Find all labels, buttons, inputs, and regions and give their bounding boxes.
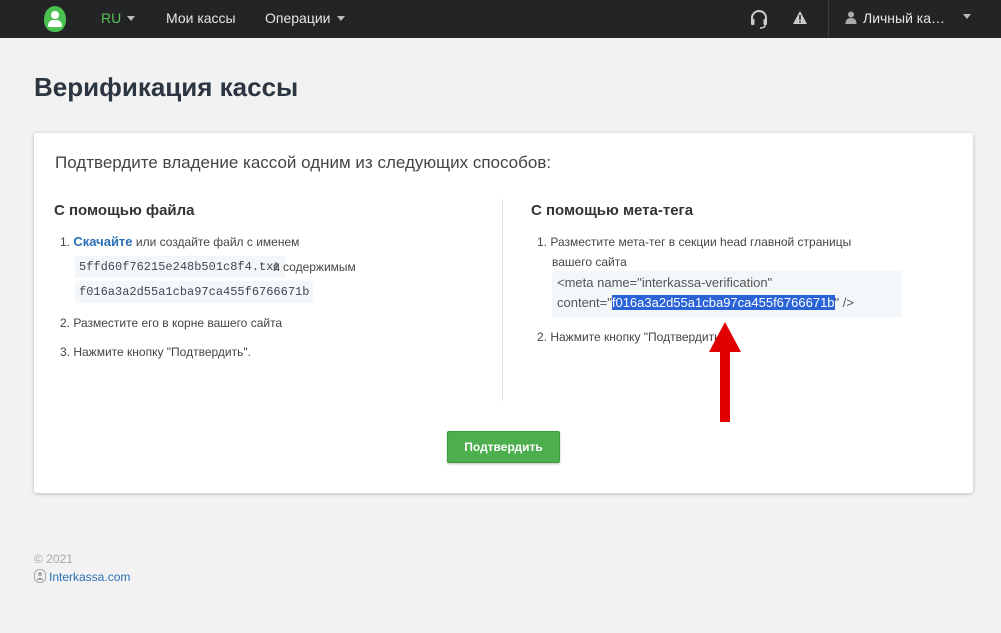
file-name-code: 5ffd60f76215e248b501c8f4.txt [75,256,285,278]
footer-copyright: © 2021 [34,552,73,566]
nav-my-cashboxes[interactable]: Мои кассы [166,0,236,38]
chevron-down-icon [336,15,345,21]
navbar-divider [828,0,829,38]
file-step-1-text: или создайте файл с именем [132,235,300,249]
meta-step-2: 2. Нажмите кнопку "Подтвердить". [537,330,728,344]
account-menu[interactable]: Личный ка… [845,0,945,38]
file-step-3: 3. Нажмите кнопку "Подтвердить". [60,345,251,359]
intro-text: Подтвердите владение кассой одним из сле… [55,153,552,172]
chevron-down-icon[interactable] [963,14,971,19]
page-title: Верификация кассы [34,72,299,102]
footer-link-label: Interkassa.com [49,570,131,584]
meta-tag-line-2: content="f016a3a2d55a1cba97ca455f6766671… [557,295,854,310]
file-step-1-number: 1. [60,235,71,249]
headset-icon [751,10,767,29]
verification-card: Подтвердите владение кассой одним из сле… [34,133,973,493]
file-step-1: 1. Скачайте или создайте файл с именем [60,232,299,252]
confirm-button[interactable]: Подтвердить [447,431,560,463]
file-method-title: С помощью файла [54,202,195,219]
file-step-2: 2. Разместите его в корне вашего сайта [60,316,283,330]
meta-step-1-line-2: вашего сайта [552,255,627,269]
account-label: Личный ка… [863,10,946,26]
language-dropdown[interactable]: RU [101,0,136,38]
meta-step-1-line-1: 1. Разместите мета-тег в секции head гла… [537,235,852,249]
interkassa-logo-icon[interactable] [44,6,66,32]
column-divider [502,199,503,401]
footer-interkassa-link[interactable]: Interkassa.com [34,569,131,584]
file-contents-text: и содержимым [273,260,356,274]
nav-operations[interactable]: Операции [265,0,345,38]
meta-tag-code[interactable]: <meta name="interkassa-verification" con… [552,271,902,317]
meta-content-value-selected[interactable]: f016a3a2d55a1cba97ca455f6766671b [611,295,835,310]
nav-operations-label: Операции [265,10,331,26]
file-content-code: f016a3a2d55a1cba97ca455f6766671b [75,281,314,303]
language-label: RU [101,10,122,26]
top-navbar: RU Мои кассы Операции Личный ка… [0,0,1001,38]
support-headset-button[interactable] [745,0,773,38]
meta-content-suffix: " /> [834,295,854,310]
interkassa-small-logo-icon [34,569,46,584]
red-arrow-icon [709,322,741,422]
alerts-button[interactable] [786,0,814,38]
download-link[interactable]: Скачайте [73,234,132,249]
meta-content-prefix: content=" [557,295,612,310]
meta-method-title: С помощью мета-тега [531,202,694,219]
chevron-down-icon [127,15,136,21]
user-icon [845,11,857,25]
warning-icon [793,11,807,24]
meta-tag-line-1: <meta name="interkassa-verification" [557,275,773,290]
